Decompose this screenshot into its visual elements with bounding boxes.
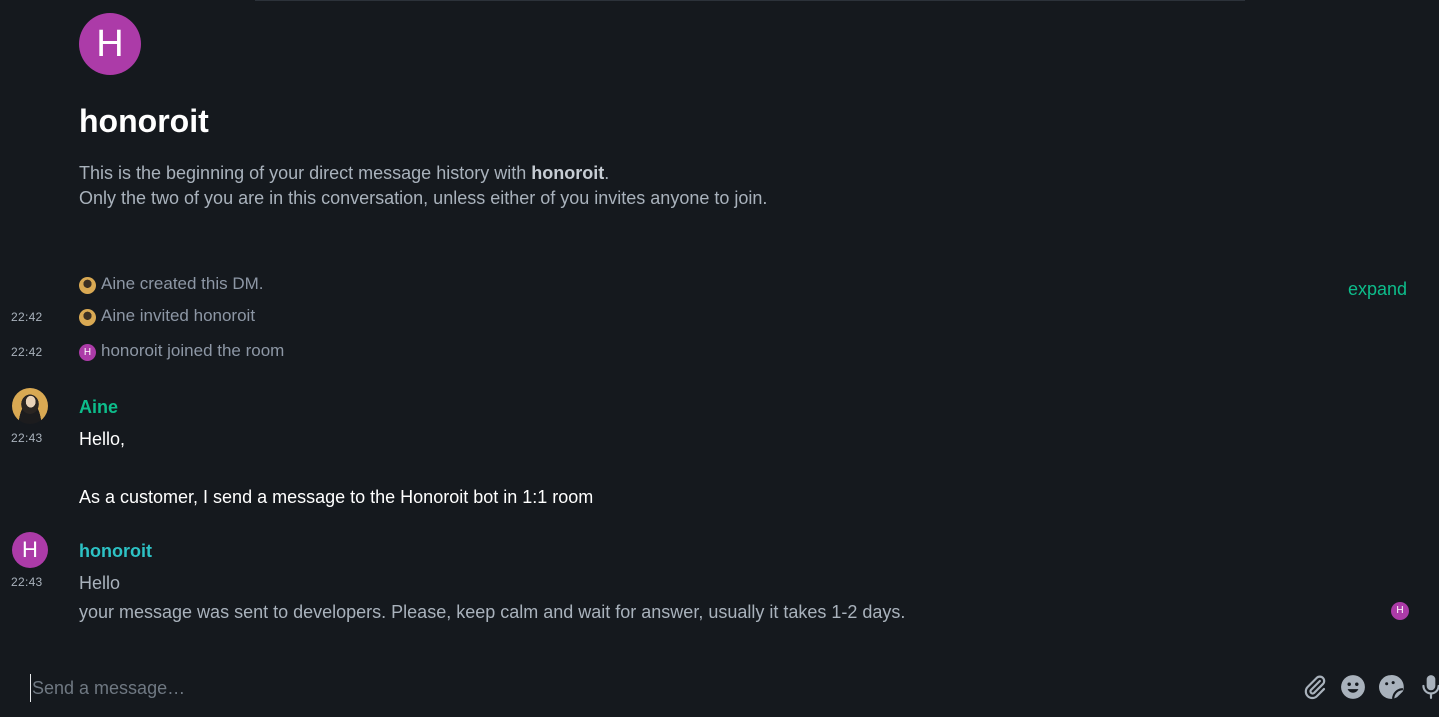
microphone-icon[interactable] <box>1418 674 1439 700</box>
message-timestamp: 22:43 <box>11 575 43 589</box>
dm-intro-line-1: This is the beginning of your direct mes… <box>79 161 1179 186</box>
event-row: Aine created this DM. <box>0 274 1439 296</box>
sticker-icon[interactable] <box>1378 674 1404 700</box>
sender-name-honoroit[interactable]: honoroit <box>79 541 152 562</box>
aine-avatar-small <box>79 309 96 326</box>
dm-intro: This is the beginning of your direct mes… <box>79 161 1179 211</box>
intro-name[interactable]: honoroit <box>531 163 604 183</box>
intro-prefix: This is the beginning of your direct mes… <box>79 163 532 183</box>
room-header: H honoroit <box>79 13 209 139</box>
message-body-line: As a customer, I send a message to the H… <box>79 487 594 507</box>
event-text: Aine invited honoroit <box>101 306 256 325</box>
intro-suffix: . <box>604 163 610 183</box>
read-receipt-avatar[interactable]: H <box>1391 602 1409 620</box>
room-name: honoroit <box>79 103 209 139</box>
aine-avatar[interactable] <box>12 388 48 424</box>
event-text: honoroit joined the room <box>101 341 285 360</box>
message-body-line: Hello <box>79 573 121 593</box>
event-timestamp: 22:42 <box>11 310 43 324</box>
message-input[interactable] <box>30 674 1272 702</box>
dm-intro-line-2: Only the two of you are in this conversa… <box>79 188 768 208</box>
emoji-icon[interactable] <box>1340 674 1366 700</box>
attachment-icon[interactable] <box>1302 674 1328 700</box>
expand-events-link[interactable]: expand <box>1348 279 1407 300</box>
sender-name-aine[interactable]: Aine <box>79 397 118 418</box>
event-timestamp: 22:42 <box>11 345 43 359</box>
aine-avatar-small <box>79 277 96 294</box>
event-row: 22:42 H honoroit joined the room <box>0 341 1439 363</box>
event-row: 22:42 Aine invited honoroit <box>0 306 1439 328</box>
event-text: Aine created this DM. <box>101 274 264 293</box>
message-body-line: Hello, <box>79 429 126 449</box>
message-composer <box>0 670 1439 717</box>
honoroit-avatar-small: H <box>79 344 96 361</box>
message-body-line: your message was sent to developers. Ple… <box>79 602 906 622</box>
message-timestamp: 22:43 <box>11 431 43 445</box>
header-divider <box>255 0 1245 1</box>
room-avatar[interactable]: H <box>79 13 141 75</box>
honoroit-avatar[interactable]: H <box>12 532 48 568</box>
